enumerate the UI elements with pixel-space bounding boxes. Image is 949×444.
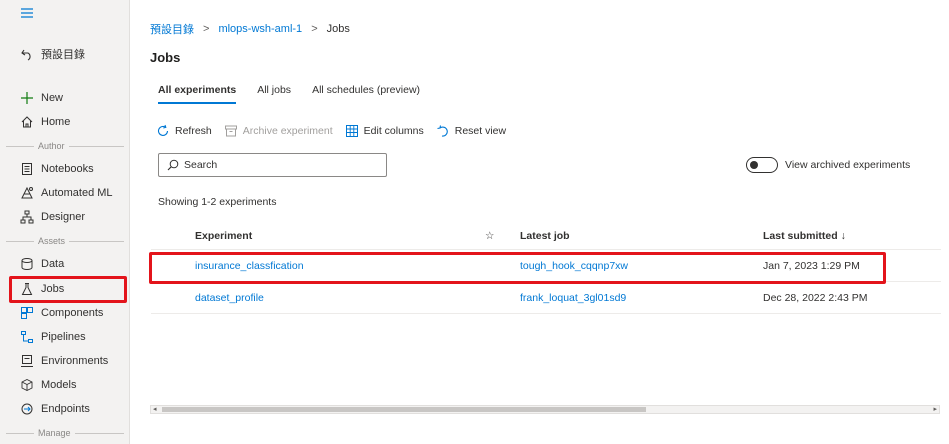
tab-bar: All experiments All jobs All schedules (… xyxy=(158,84,420,104)
archive-icon xyxy=(224,125,237,137)
breadcrumb-root-link[interactable]: 預設目錄 xyxy=(150,21,194,37)
column-header-last-submitted[interactable]: Last submitted ↓ xyxy=(763,230,846,242)
breadcrumb-workspace-link[interactable]: mlops-wsh-aml-1 xyxy=(218,23,302,35)
section-author-label: Author xyxy=(38,141,65,151)
table-row[interactable]: dataset_profile frank_loquat_3gl01sd9 De… xyxy=(151,282,941,314)
archive-label: Archive experiment xyxy=(242,125,333,137)
environments-icon xyxy=(20,354,34,368)
view-archived-toggle-wrap: View archived experiments xyxy=(746,157,910,173)
scrollbar-thumb[interactable] xyxy=(162,407,646,412)
sidebar-item-components[interactable]: Components xyxy=(0,302,129,324)
sidebar-item-pipelines[interactable]: Pipelines xyxy=(0,326,129,348)
chevron-right-icon: > xyxy=(311,23,318,35)
tab-all-schedules[interactable]: All schedules (preview) xyxy=(312,84,420,104)
view-archived-toggle[interactable] xyxy=(746,157,778,173)
sidebar-item-endpoints-label: Endpoints xyxy=(41,403,90,415)
view-archived-label: View archived experiments xyxy=(785,159,911,171)
column-header-latest-job[interactable]: Latest job xyxy=(520,230,570,242)
sidebar-item-automated-ml-label: Automated ML xyxy=(41,187,113,199)
sidebar-item-designer[interactable]: Designer xyxy=(0,206,129,228)
section-manage-label: Manage xyxy=(38,428,71,438)
search-box[interactable] xyxy=(158,153,387,177)
scroll-right-icon[interactable]: ▸ xyxy=(933,405,937,413)
scroll-left-icon[interactable]: ◂ xyxy=(153,405,157,413)
hamburger-icon xyxy=(20,6,34,20)
edit-columns-label: Edit columns xyxy=(363,125,424,137)
section-assets-label: Assets xyxy=(38,236,66,246)
latest-job-link[interactable]: frank_loquat_3gl01sd9 xyxy=(520,292,626,304)
pipelines-icon xyxy=(20,330,34,344)
sidebar-item-environments-label: Environments xyxy=(41,355,109,367)
search-icon xyxy=(167,159,179,171)
last-submitted-value: Dec 28, 2022 2:43 PM xyxy=(763,291,868,304)
breadcrumb: 預設目錄 > mlops-wsh-aml-1 > Jobs xyxy=(150,21,350,37)
hamburger-menu-button[interactable] xyxy=(0,2,129,24)
models-cube-icon xyxy=(20,378,34,392)
page-title: Jobs xyxy=(150,50,181,65)
data-icon xyxy=(20,257,34,271)
sidebar-item-data-label: Data xyxy=(41,258,65,270)
sidebar-item-new-label: New xyxy=(41,92,64,104)
row-highlight-box xyxy=(149,252,886,284)
sidebar-item-home[interactable]: Home xyxy=(0,111,129,133)
jobs-highlight-box xyxy=(9,276,127,303)
sidebar-item-designer-label: Designer xyxy=(41,211,86,223)
endpoints-icon xyxy=(20,402,34,416)
chevron-right-icon: > xyxy=(203,23,210,35)
back-to-directory-link[interactable]: 預設目錄 xyxy=(0,43,129,65)
section-assets: Assets xyxy=(0,234,129,248)
back-arrow-icon xyxy=(20,47,34,61)
toolbar: Refresh Archive experiment Edit columns … xyxy=(156,124,518,138)
refresh-icon xyxy=(157,124,169,136)
sidebar: 預設目錄 New Home Author Notebooks Automated… xyxy=(0,0,130,444)
sidebar-item-notebooks-label: Notebooks xyxy=(41,163,94,175)
sidebar-item-data[interactable]: Data xyxy=(0,253,129,275)
designer-icon xyxy=(20,210,34,224)
star-column-icon[interactable]: ☆ xyxy=(485,230,494,242)
sidebar-item-automated-ml[interactable]: Automated ML xyxy=(0,182,129,204)
sidebar-item-home-label: Home xyxy=(41,116,71,128)
refresh-button[interactable]: Refresh xyxy=(156,124,212,138)
back-label: 預設目錄 xyxy=(41,49,85,61)
edit-columns-icon xyxy=(345,125,358,137)
sidebar-item-models[interactable]: Models xyxy=(0,374,129,396)
sidebar-item-components-label: Components xyxy=(41,307,104,319)
notebook-icon xyxy=(20,162,34,176)
main-content: 預設目錄 > mlops-wsh-aml-1 > Jobs Jobs All e… xyxy=(131,0,949,444)
toggle-knob xyxy=(750,161,758,169)
tab-all-jobs[interactable]: All jobs xyxy=(257,84,291,104)
components-icon xyxy=(20,306,34,320)
home-icon xyxy=(20,115,34,129)
sidebar-item-endpoints[interactable]: Endpoints xyxy=(0,398,129,420)
showing-count: Showing 1-2 experiments xyxy=(158,196,277,208)
tab-all-experiments[interactable]: All experiments xyxy=(158,84,237,104)
reset-view-label: Reset view xyxy=(454,125,507,137)
plus-icon xyxy=(20,91,34,105)
sidebar-item-notebooks[interactable]: Notebooks xyxy=(0,158,129,180)
section-manage: Manage xyxy=(0,426,129,440)
breadcrumb-current: Jobs xyxy=(326,23,350,35)
horizontal-scrollbar[interactable]: ◂ ▸ xyxy=(150,405,940,414)
archive-experiment-button[interactable]: Archive experiment xyxy=(224,124,333,138)
search-input[interactable] xyxy=(184,159,374,171)
sidebar-item-environments[interactable]: Environments xyxy=(0,350,129,372)
column-header-experiment[interactable]: Experiment xyxy=(195,230,252,242)
automated-ml-icon xyxy=(20,186,34,200)
edit-columns-button[interactable]: Edit columns xyxy=(345,124,424,138)
sidebar-item-models-label: Models xyxy=(41,379,77,391)
table-header: Experiment ☆ Latest job Last submitted ↓ xyxy=(151,222,941,250)
experiment-link[interactable]: dataset_profile xyxy=(195,292,264,304)
sidebar-item-pipelines-label: Pipelines xyxy=(41,331,86,343)
section-author: Author xyxy=(0,139,129,153)
reset-view-button[interactable]: Reset view xyxy=(436,124,506,138)
reset-icon xyxy=(437,125,448,137)
sidebar-item-new[interactable]: New xyxy=(0,87,129,109)
refresh-label: Refresh xyxy=(175,125,212,137)
